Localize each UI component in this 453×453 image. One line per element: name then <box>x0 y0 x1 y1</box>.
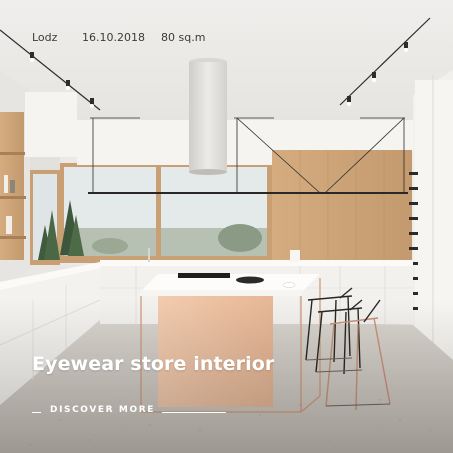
location-label: Lodz <box>32 31 58 44</box>
dash-icon <box>32 412 41 413</box>
discover-more-link[interactable]: DISCOVER MORE <box>32 404 232 420</box>
project-title: Eyewear store interior <box>32 353 275 375</box>
discover-more-label: DISCOVER MORE <box>50 405 155 415</box>
underline-decoration <box>162 412 226 413</box>
date-label: 16.10.2018 <box>82 31 145 44</box>
area-label: 80 sq.m <box>161 31 206 44</box>
kitchen-render-image <box>0 0 453 453</box>
project-card[interactable]: Lodz 16.10.2018 80 sq.m Eyewear store in… <box>0 0 453 453</box>
project-meta: Lodz 16.10.2018 80 sq.m <box>0 31 453 49</box>
